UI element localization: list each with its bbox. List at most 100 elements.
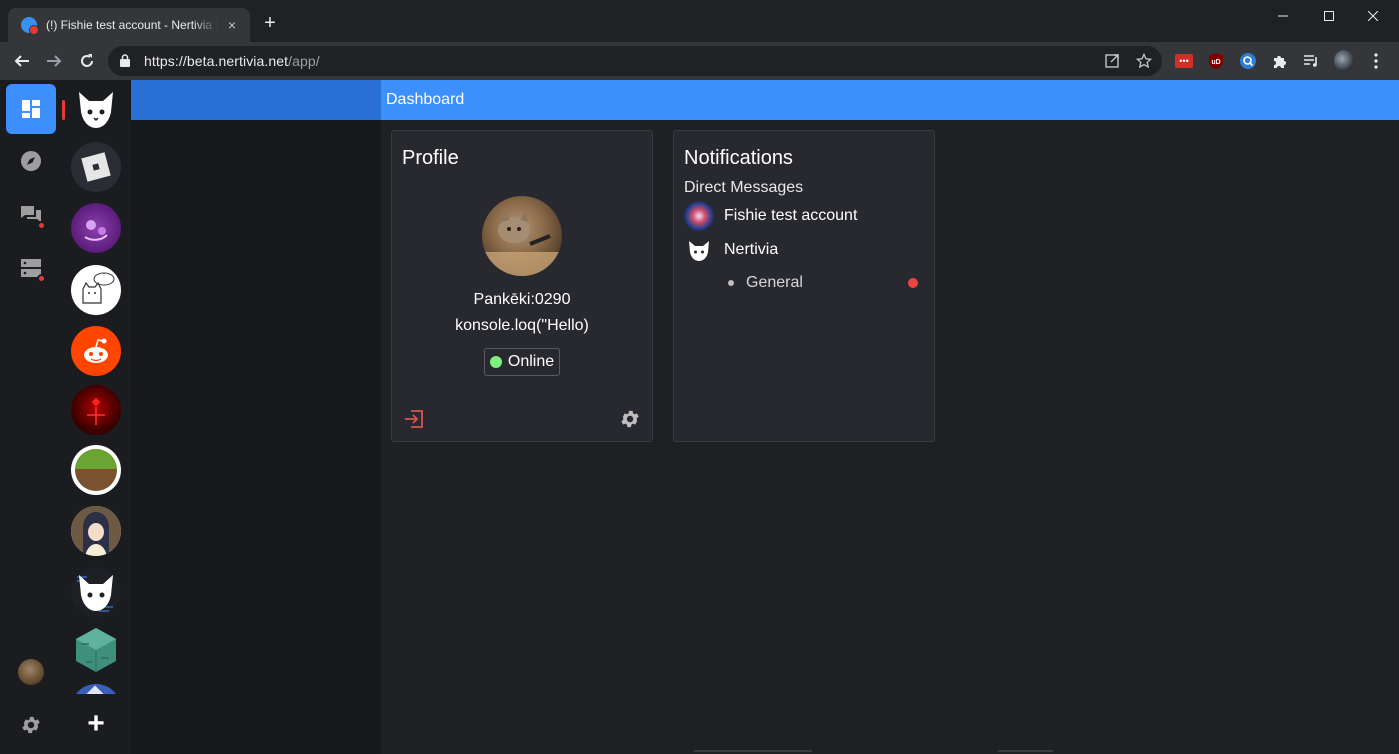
- server-icon-dark-red[interactable]: [71, 385, 121, 435]
- ublock-icon[interactable]: uD: [1206, 51, 1226, 71]
- arrow-left-icon: [14, 55, 29, 67]
- server-icon-reddit[interactable]: [71, 326, 121, 376]
- channel-panel: [131, 80, 381, 754]
- close-window-button[interactable]: [1350, 0, 1396, 32]
- bookmark-star-icon[interactable]: [1136, 53, 1152, 69]
- server-icon-doodle[interactable]: [71, 265, 121, 315]
- profile-card-title: Profile: [402, 147, 459, 169]
- settings-button[interactable]: [6, 700, 56, 750]
- browser-titlebar: (!) Fishie test account - Nertivia Beta …: [0, 0, 1399, 42]
- servers-button[interactable]: [6, 243, 56, 293]
- browser-menu-button[interactable]: [1366, 51, 1386, 71]
- cat-logo-icon: [79, 92, 113, 128]
- dm-notification-item[interactable]: Fishie test account: [684, 201, 924, 231]
- notifications-card-title: Notifications: [684, 147, 793, 169]
- explore-button[interactable]: [6, 136, 56, 186]
- cat-logo-icon: [684, 235, 714, 265]
- server-icon-anime[interactable]: [71, 506, 121, 556]
- lastpass-icon[interactable]: •••: [1174, 51, 1194, 71]
- tab-title: (!) Fishie test account - Nertivia Beta: [46, 18, 218, 32]
- server-icon-cube[interactable]: [71, 624, 121, 674]
- channel-panel-header: [131, 80, 381, 120]
- minimize-button[interactable]: [1260, 0, 1306, 32]
- notification-dot: [37, 221, 46, 230]
- gear-icon: [621, 410, 639, 428]
- settings-icon: [22, 716, 40, 734]
- dm-name: Fishie test account: [724, 207, 858, 224]
- dm-avatar: [684, 201, 714, 231]
- profile-username: Pankēki:0290: [473, 291, 571, 308]
- new-tab-button[interactable]: +: [260, 13, 280, 33]
- profile-avatar[interactable]: [1334, 50, 1354, 72]
- profile-avatar-image[interactable]: [482, 196, 562, 276]
- server-icon-roblox[interactable]: [71, 142, 121, 192]
- close-icon: [1368, 11, 1378, 21]
- open-in-app-icon[interactable]: [1104, 53, 1120, 69]
- server-notification-item[interactable]: Nertivia: [684, 235, 924, 265]
- minimize-icon: [1278, 15, 1288, 17]
- logout-button[interactable]: [403, 408, 425, 430]
- direct-messages-button[interactable]: [6, 190, 56, 240]
- server-icon-code-cat[interactable]: [71, 567, 121, 617]
- tab-close-icon[interactable]: ×: [224, 17, 240, 33]
- back-button[interactable]: [10, 49, 34, 73]
- browser-toolbar: https://beta.nertivia.net/app/ ••• uD: [0, 42, 1399, 80]
- dashboard-button[interactable]: [6, 84, 56, 134]
- user-avatar-button[interactable]: [6, 647, 56, 697]
- server-avatar: [684, 235, 714, 265]
- lock-icon[interactable]: [120, 54, 130, 67]
- reload-button[interactable]: [75, 49, 99, 73]
- channel-bullet: [728, 280, 734, 286]
- url-text: https://beta.nertivia.net/app/: [144, 53, 320, 69]
- presence-status-dot: [489, 356, 502, 368]
- page-title: Dashboard: [386, 91, 465, 108]
- roblox-logo-icon: [81, 152, 111, 182]
- galaxy-avatar-icon: [684, 201, 714, 231]
- tab-favicon-icon: [21, 17, 39, 35]
- server-name: Nertivia: [724, 241, 779, 258]
- server-icon-nertivia[interactable]: [71, 84, 121, 134]
- server-icon-purple[interactable]: [71, 203, 121, 253]
- grass-block-icon: [75, 449, 117, 491]
- server-icon-minecraft[interactable]: [71, 445, 121, 495]
- profile-settings-button[interactable]: [619, 408, 641, 430]
- bottom-divider: [998, 750, 1053, 752]
- cat-logo-dark-icon: [77, 575, 113, 612]
- red-abstract-icon: [87, 397, 105, 425]
- dashboard-main: Dashboard Profile Pankēki:0290 konsole.l…: [381, 80, 1399, 754]
- notifications-card: Notifications Direct Messages Fishie tes…: [673, 130, 935, 442]
- user-avatar: [18, 659, 44, 685]
- logout-icon: [405, 410, 423, 428]
- add-server-button[interactable]: +: [81, 709, 111, 740]
- reload-icon: [81, 54, 93, 67]
- channel-name: General: [746, 274, 803, 291]
- cat-photo-avatar: [482, 196, 562, 276]
- reddit-logo-icon: [84, 338, 108, 363]
- arrow-right-icon: [47, 55, 62, 67]
- puzzle-icon[interactable]: [1270, 51, 1290, 71]
- cat-doodle-icon: [82, 272, 115, 304]
- url-path: /app/: [288, 53, 320, 69]
- search-ext-icon[interactable]: [1238, 51, 1258, 71]
- forward-button[interactable]: [42, 49, 66, 73]
- unread-indicator: [908, 278, 918, 288]
- media-queue-icon[interactable]: [1302, 51, 1322, 71]
- maximize-button[interactable]: [1306, 0, 1352, 32]
- selected-server-indicator: [62, 100, 65, 120]
- url-host: https://beta.nertivia.net: [144, 53, 289, 69]
- presence-selector[interactable]: Online: [484, 348, 560, 376]
- nav-rail: [0, 80, 62, 754]
- channel-notification-item[interactable]: General: [728, 271, 918, 295]
- profile-custom-status: konsole.loq("Hello): [455, 317, 589, 334]
- direct-messages-label: Direct Messages: [684, 179, 804, 196]
- svg-text:uD: uD: [1211, 59, 1220, 66]
- kebab-menu-icon: [1374, 53, 1378, 69]
- add-server-area: +: [62, 694, 131, 754]
- notification-dot: [37, 274, 46, 283]
- bottom-divider: [694, 750, 812, 752]
- address-bar[interactable]: https://beta.nertivia.net/app/: [108, 46, 1162, 76]
- teal-cube-icon: [76, 628, 116, 672]
- presence-label: Online: [507, 353, 555, 370]
- explore-icon: [21, 151, 41, 171]
- browser-tab[interactable]: (!) Fishie test account - Nertivia Beta …: [8, 8, 250, 42]
